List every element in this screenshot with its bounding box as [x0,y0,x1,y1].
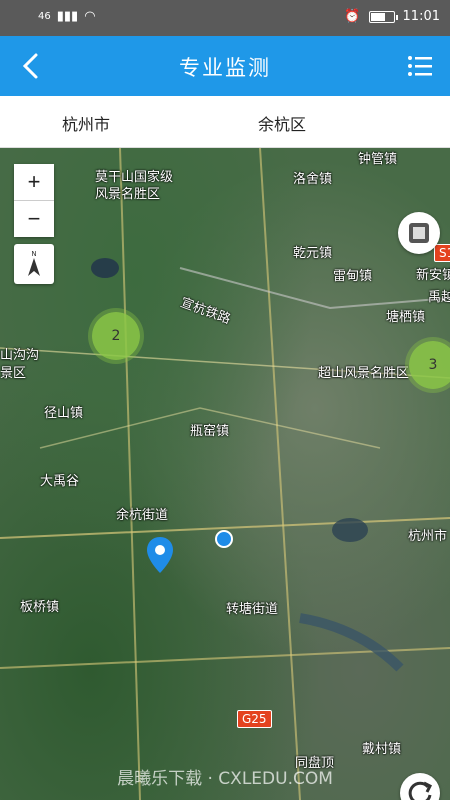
camera-icon [409,223,429,243]
place-label: 戴村镇 [362,742,402,757]
place-label: 景区 [0,366,27,381]
zoom-control: + − [14,164,54,237]
signal-icon: 46 [38,11,51,22]
place-label: 风景名胜区 [95,187,161,202]
place-label: 杭州市 [408,529,448,544]
place-label: 超山风景名胜区 [318,366,410,381]
cell-signal-icon: ▮▮▮ [56,9,79,24]
wifi-icon: ◠ [84,9,96,24]
station-cluster-marker[interactable]: 3 [409,341,450,389]
satellite-map[interactable]: 莫干山国家级 风景名胜区 洛舍镇 钟管镇 乾元镇 雷甸镇 新安镇 禹越 宣杭铁路… [0,148,450,800]
place-label: 塘栖镇 [386,310,426,325]
district-selector[interactable]: 余杭区 [258,111,306,135]
place-label: 转塘街道 [226,602,279,617]
location-pin-icon[interactable] [146,536,174,574]
watermark: 晨曦乐下载 · CXLEDU.COM [117,769,333,789]
app-bar: 专业监测 [0,36,450,96]
highway-badge: G25 [237,710,272,728]
place-label: 余杭街道 [116,508,169,523]
refresh-icon [408,781,433,800]
page-title: 专业监测 [179,56,271,80]
compass-button[interactable]: N [14,244,54,284]
status-bar: 46 ▮▮▮ ◠ ⏰ 11:01 [0,0,450,36]
alarm-icon: ⏰ [344,9,361,24]
place-label: 乾元镇 [293,246,333,261]
place-label: 禹越 [428,290,450,305]
place-label: 洛舍镇 [293,172,333,187]
clock: 11:01 [402,9,440,24]
place-label: 瓶窑镇 [190,424,230,439]
place-label: 钟管镇 [358,152,398,167]
list-menu-icon[interactable] [406,52,434,80]
place-label: 大禹谷 [40,474,80,489]
place-label: 山沟沟 [0,348,40,363]
place-label: 雷甸镇 [333,269,373,284]
current-location-dot [215,530,233,548]
zoom-in-button[interactable]: + [14,164,54,200]
camera-view-button[interactable] [398,212,440,254]
place-label: 板桥镇 [20,600,60,615]
compass-north-label: N [31,250,36,258]
battery-icon [368,10,398,23]
refresh-button[interactable] [400,773,440,800]
city-selector[interactable]: 杭州市 [62,111,110,135]
compass-icon: N [28,250,40,276]
place-label: 径山镇 [44,406,84,421]
zoom-out-button[interactable]: − [14,201,54,237]
place-label: 新安镇 [416,268,450,283]
region-filter-bar: 杭州市 余杭区 [0,96,450,148]
station-cluster-marker[interactable]: 2 [92,312,140,360]
